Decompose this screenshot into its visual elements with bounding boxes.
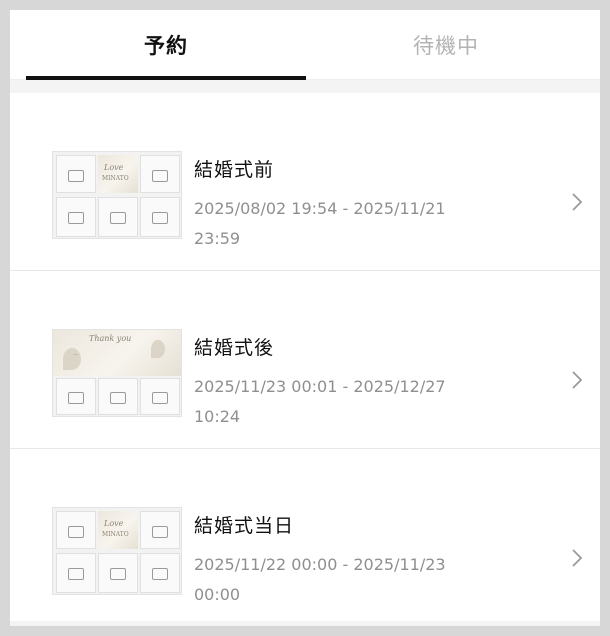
chevron-right-icon	[572, 193, 583, 211]
app-frame: 予約 待機中 Love MINATO 結婚式前 2025/08/02 19:54…	[10, 10, 600, 626]
thumb-card	[140, 511, 180, 549]
list-item[interactable]: Love MINATO 結婚式前 2025/08/02 19:54 - 2025…	[10, 93, 600, 271]
thumb-card	[140, 553, 180, 593]
tab-reservations[interactable]: 予約	[26, 10, 306, 80]
chevron-right-icon	[572, 371, 583, 389]
thumb-card	[56, 197, 96, 237]
thumb-card	[56, 511, 96, 549]
item-title: 結婚式後	[194, 337, 275, 359]
list-item[interactable]: Thank you — 結婚式後 2025/11/23 00:01 - 2025…	[10, 271, 600, 449]
thumb-hero-image: Love MINATO	[98, 511, 138, 549]
item-title: 結婚式当日	[194, 515, 295, 537]
tab-bar: 予約 待機中	[10, 10, 600, 80]
thumb-card	[140, 155, 180, 193]
thumb-hero-image: Thank you —	[53, 330, 181, 376]
thumb-card	[56, 378, 96, 415]
item-period: 2025/11/22 00:00 - 2025/11/23 00:00	[194, 555, 446, 604]
reservation-list: Love MINATO 結婚式前 2025/08/02 19:54 - 2025…	[10, 93, 600, 621]
item-period: 2025/08/02 19:54 - 2025/11/21 23:59	[194, 199, 446, 248]
event-thumbnail: Love MINATO	[52, 507, 182, 595]
thumb-card	[140, 197, 180, 237]
event-thumbnail: Thank you —	[52, 329, 182, 417]
thumb-card	[140, 378, 180, 415]
thumb-card	[56, 155, 96, 193]
active-tab-indicator	[26, 76, 306, 80]
chevron-right-icon	[572, 549, 583, 567]
tab-waiting[interactable]: 待機中	[306, 10, 586, 80]
item-title: 結婚式前	[194, 159, 275, 181]
thumb-card	[98, 197, 138, 237]
thumb-card	[98, 378, 138, 415]
thumb-card	[56, 553, 96, 593]
thumb-card	[98, 553, 138, 593]
item-period: 2025/11/23 00:01 - 2025/12/27 10:24	[194, 377, 446, 426]
list-item[interactable]: Love MINATO 結婚式当日 2025/11/22 00:00 - 202…	[10, 449, 600, 621]
thumb-hero-image: Love MINATO	[98, 155, 138, 193]
event-thumbnail: Love MINATO	[52, 151, 182, 239]
